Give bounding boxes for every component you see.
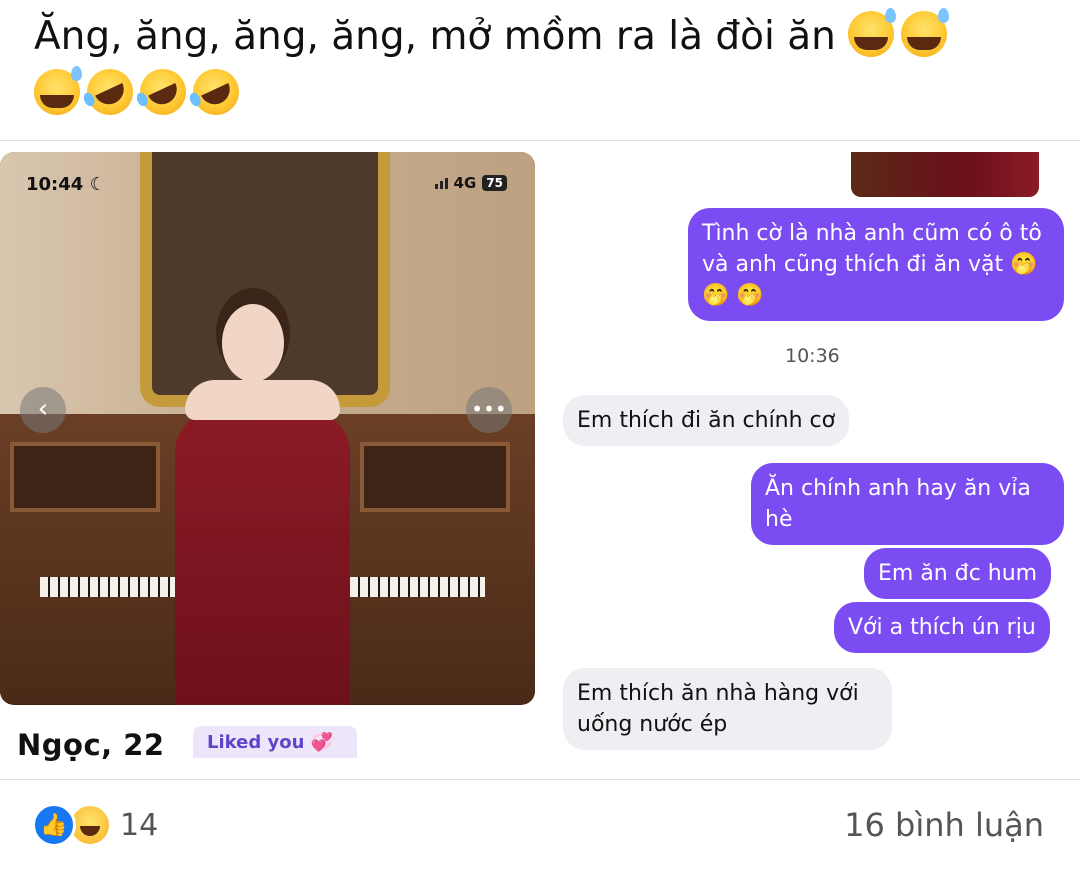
photo-shoulders xyxy=(185,380,340,420)
reaction-count: 14 xyxy=(120,807,159,843)
chat-bubble-incoming[interactable]: Em thích ăn nhà hàng với uống nước ép xyxy=(563,668,892,750)
dating-profile-photo[interactable]: 10:44 ☾ 4G 75 ‹ ••• xyxy=(0,152,535,705)
signal-icon xyxy=(434,177,448,189)
moon-icon: ☾ xyxy=(89,174,106,195)
status-bar-right: 4G 75 xyxy=(434,174,507,192)
sweat-smile-emoji-icon xyxy=(848,8,897,57)
chat-image-thumbnail[interactable] xyxy=(851,152,1039,197)
chat-bubble-outgoing[interactable]: Em ăn đc hum xyxy=(864,548,1052,599)
chat-timestamp: 10:36 xyxy=(785,345,840,367)
sweat-smile-emoji-icon xyxy=(34,66,82,115)
chat-bubble-incoming[interactable]: Em thích đi ăn chính cơ xyxy=(563,395,850,446)
heart-icon: 💞 xyxy=(310,732,334,753)
like-icon: 👍 xyxy=(32,803,76,847)
chat-bubble-outgoing[interactable]: Tình cờ là nhà anh cũm có ô tô và anh cũ… xyxy=(688,208,1064,321)
photo-dress xyxy=(175,412,350,705)
reactions-summary[interactable]: 👍 14 xyxy=(32,803,158,847)
rofl-emoji-icon xyxy=(185,61,247,123)
status-time: 10:44 ☾ xyxy=(26,174,106,195)
piano-panel xyxy=(10,442,160,512)
comments-link[interactable]: 16 bình luận xyxy=(844,806,1044,844)
chevron-left-icon[interactable]: ‹ xyxy=(20,387,66,433)
post-caption: Ăng, ăng, ăng, ăng, mở mồm ra là đòi ăn xyxy=(34,8,1044,124)
more-options-icon[interactable]: ••• xyxy=(466,387,512,433)
rofl-emoji-icon xyxy=(79,61,141,123)
divider-bottom xyxy=(0,779,1080,780)
liked-you-badge: Liked you 💞 xyxy=(193,726,357,758)
divider-top xyxy=(0,140,1080,141)
network-label: 4G xyxy=(453,174,477,192)
piano-panel xyxy=(360,442,510,512)
post-caption-text: Ăng, ăng, ăng, ăng, mở mồm ra là đòi ăn xyxy=(34,14,836,59)
rofl-emoji-icon xyxy=(132,61,194,123)
chat-bubble-outgoing[interactable]: Với a thích ún rịu xyxy=(834,602,1050,653)
battery-badge: 75 xyxy=(482,175,507,191)
photo-head xyxy=(222,304,284,382)
sweat-smile-emoji-icon xyxy=(901,8,950,57)
chat-bubble-outgoing[interactable]: Ăn chính anh hay ăn vỉa hè xyxy=(751,463,1064,545)
profile-name: Ngọc, 22 xyxy=(17,728,165,762)
